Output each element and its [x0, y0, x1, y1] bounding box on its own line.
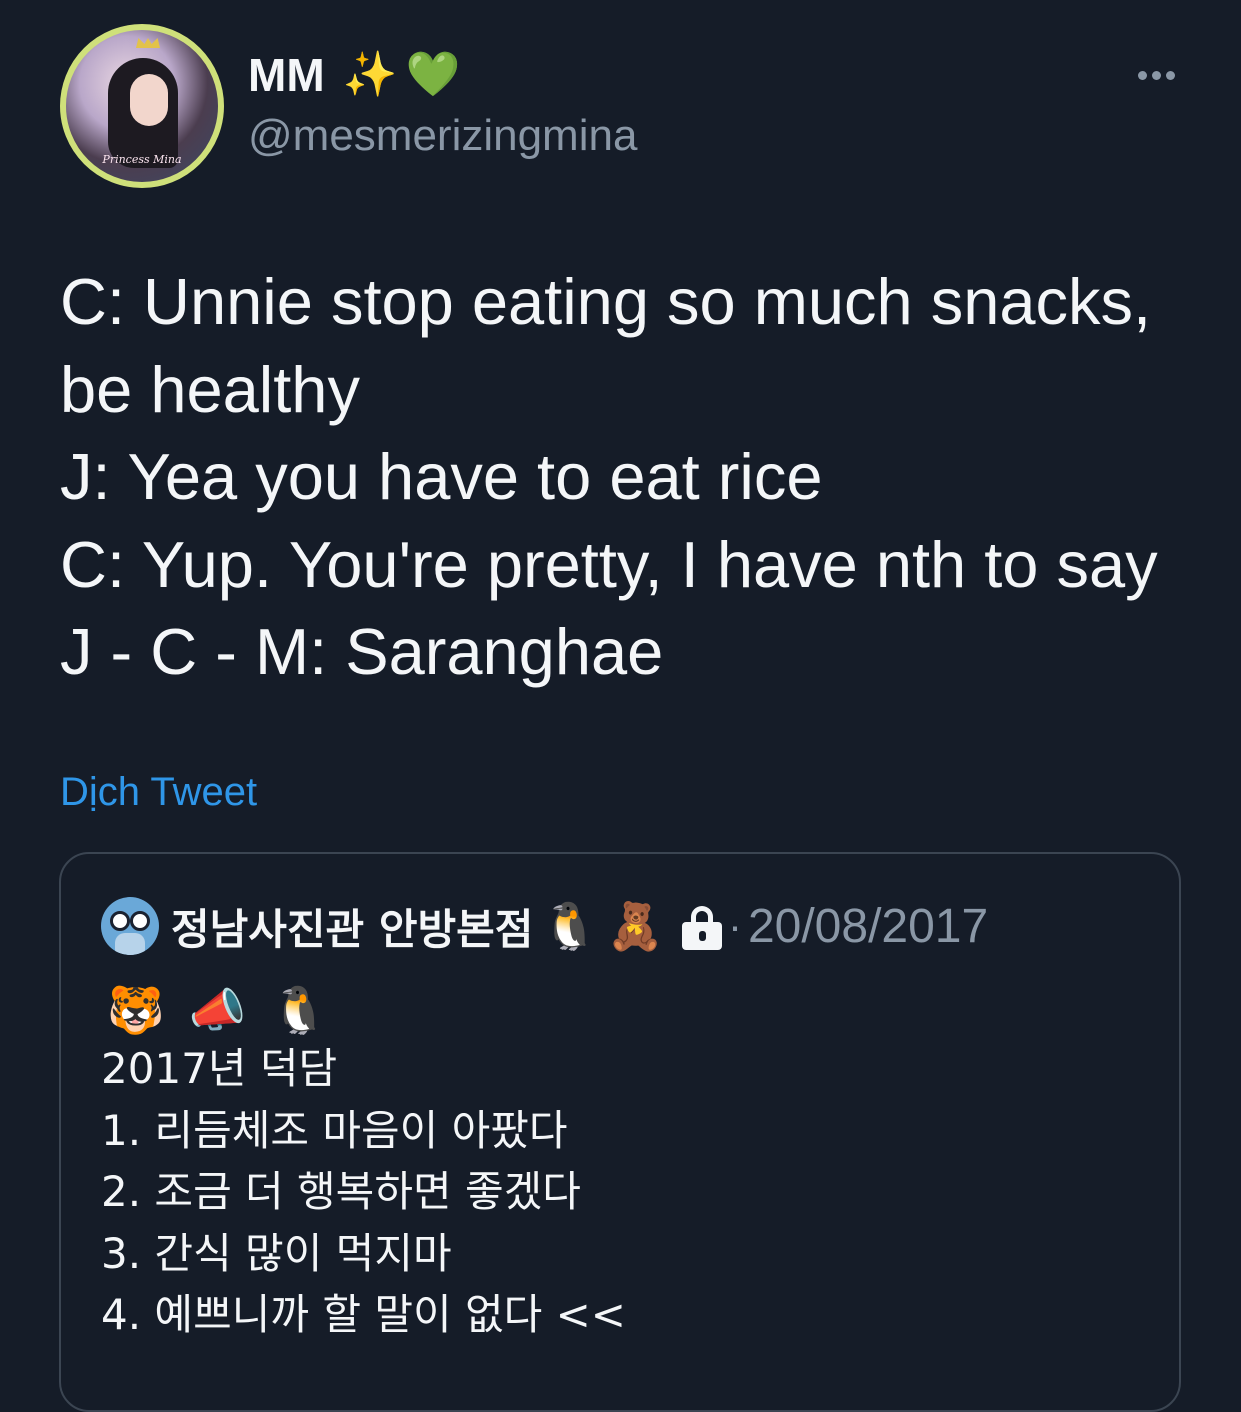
more-horizontal-icon — [1137, 70, 1147, 80]
display-name-text: MM — [248, 49, 325, 101]
quote-tweet-card[interactable]: 정남사진관 안방본점 🐧 🧸 · 20/08/2017 🐯 📣 🐧 2017년 … — [59, 852, 1181, 1412]
more-options-button[interactable] — [1128, 60, 1184, 90]
quote-author-name[interactable]: 정남사진관 안방본점 — [171, 896, 533, 957]
teddy-bear-emoji: 🧸 — [606, 899, 664, 953]
avatar-face — [130, 74, 168, 126]
header-separator: · — [727, 902, 742, 949]
more-horizontal-icon-dot — [1151, 70, 1161, 80]
avatar-body — [115, 933, 145, 955]
quote-line: 1. 리듬체조 마음이 아팠다 — [101, 1105, 568, 1155]
tweet-line: C: Yup. You're pretty, I have nth to say — [60, 527, 1158, 601]
tweet-line: J - C - M: Saranghae — [60, 615, 664, 688]
lock-icon — [681, 902, 722, 950]
quote-line: 2. 조금 더 행복하면 좋겠다 — [101, 1167, 581, 1216]
green-heart-emoji: 💚 — [405, 50, 461, 99]
quote-author-avatar[interactable] — [101, 897, 159, 955]
author-display-name[interactable]: MM ✨ 💚 — [248, 48, 460, 102]
quote-date[interactable]: 20/08/2017 — [748, 899, 988, 954]
tweet-line: J: Yea you have to eat rice — [60, 440, 823, 513]
more-horizontal-icon-dot — [1165, 70, 1175, 80]
quote-line: 2017년 덕담 — [101, 1044, 338, 1093]
tweet-line: C: Unnie stop eating so much snacks, — [60, 265, 1152, 338]
tweet-text: C: Unnie stop eating so much snacks, be … — [60, 258, 1200, 696]
penguin-emoji: 🐧 — [270, 983, 329, 1037]
translate-tweet-link[interactable]: Dịch Tweet — [60, 770, 257, 815]
quote-header: 정남사진관 안방본점 🐧 🧸 · 20/08/2017 — [101, 896, 988, 956]
sparkles-emoji: ✨ — [342, 50, 398, 99]
quote-emoji-row: 🐯 📣 🐧 — [107, 980, 328, 1040]
avatar-caption: Princess Mina — [102, 153, 182, 166]
quote-line: 4. 예쁘니까 할 말이 없다 << — [101, 1290, 626, 1339]
author-handle[interactable]: @mesmerizingmina — [248, 111, 637, 161]
crown-decoration — [136, 38, 160, 48]
quote-text: 2017년 덕담 1. 리듬체조 마음이 아팠다 2. 조금 더 행복하면 좋겠… — [101, 1038, 626, 1346]
tweet-line: be healthy — [60, 352, 360, 426]
quote-line: 3. 간식 많이 먹지마 — [101, 1228, 452, 1278]
tiger-emoji: 🐯 — [107, 983, 165, 1037]
avatar-eye — [130, 911, 150, 931]
megaphone-emoji: 📣 — [188, 983, 247, 1037]
author-avatar[interactable]: Princess Mina — [60, 24, 224, 188]
avatar-eye — [110, 911, 130, 931]
penguin-emoji: 🐧 — [541, 899, 599, 953]
